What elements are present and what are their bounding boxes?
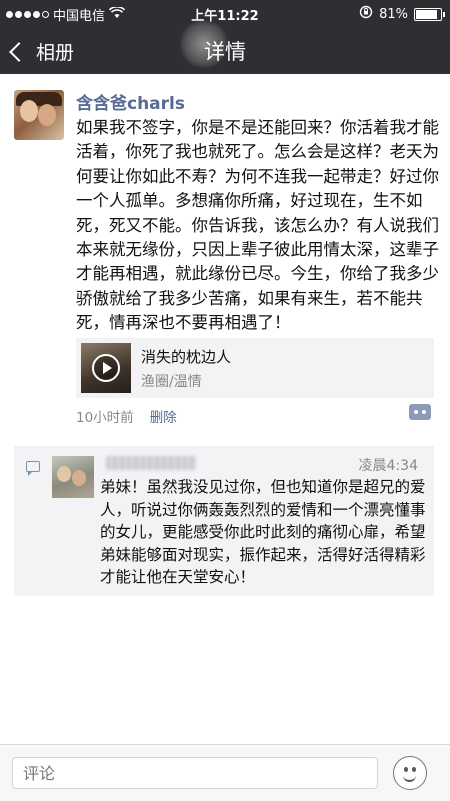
page-title: 详情	[204, 40, 246, 64]
commenter-avatar[interactable]	[52, 456, 94, 498]
comment-text: 弟妹！虽然我没见过你，但也知道你是超兄的爱人，听说过你俩轰轰烈烈的爱情和一个漂亮…	[100, 478, 426, 587]
battery-icon	[414, 7, 445, 21]
comments-section: 凌晨4:34 弟妹！虽然我没见过你，但也知道你是超兄的爱人，听说过你俩轰轰烈烈的…	[14, 446, 434, 596]
share-thumbnail	[81, 343, 131, 393]
post-meta: 10小时前 删除	[76, 406, 177, 426]
avatar[interactable]	[14, 90, 64, 140]
commenter-name-blurred[interactable]	[106, 456, 196, 470]
nav-bar: 相册 详情	[0, 20, 450, 74]
rotation-lock-icon	[359, 5, 373, 23]
post-time: 10小时前	[76, 410, 134, 426]
comment-input-bar	[0, 744, 450, 801]
comment-like-button[interactable]	[409, 404, 431, 420]
share-source: 渔圈/温情	[141, 374, 202, 390]
play-icon	[92, 354, 120, 382]
post-text: 如果我不签字，你是不是还能回来？你活着我才能活着，你死了我也就死了。怎么会是这样…	[76, 118, 439, 333]
shared-link-card[interactable]: 消失的枕边人 渔圈/温情	[76, 338, 434, 398]
delete-link[interactable]: 删除	[150, 406, 177, 426]
share-title: 消失的枕边人	[141, 348, 232, 366]
status-bar: 中国电信 上午11:22 81%	[0, 0, 450, 26]
battery-percent: 81%	[379, 6, 408, 22]
comment-bubble-icon	[26, 461, 40, 476]
status-right: 81%	[359, 5, 445, 23]
emoji-icon[interactable]	[393, 756, 427, 790]
comment-time: 凌晨4:34	[358, 458, 418, 474]
post-username[interactable]: 含含爸charls	[76, 89, 185, 114]
comment-input[interactable]	[12, 757, 378, 789]
